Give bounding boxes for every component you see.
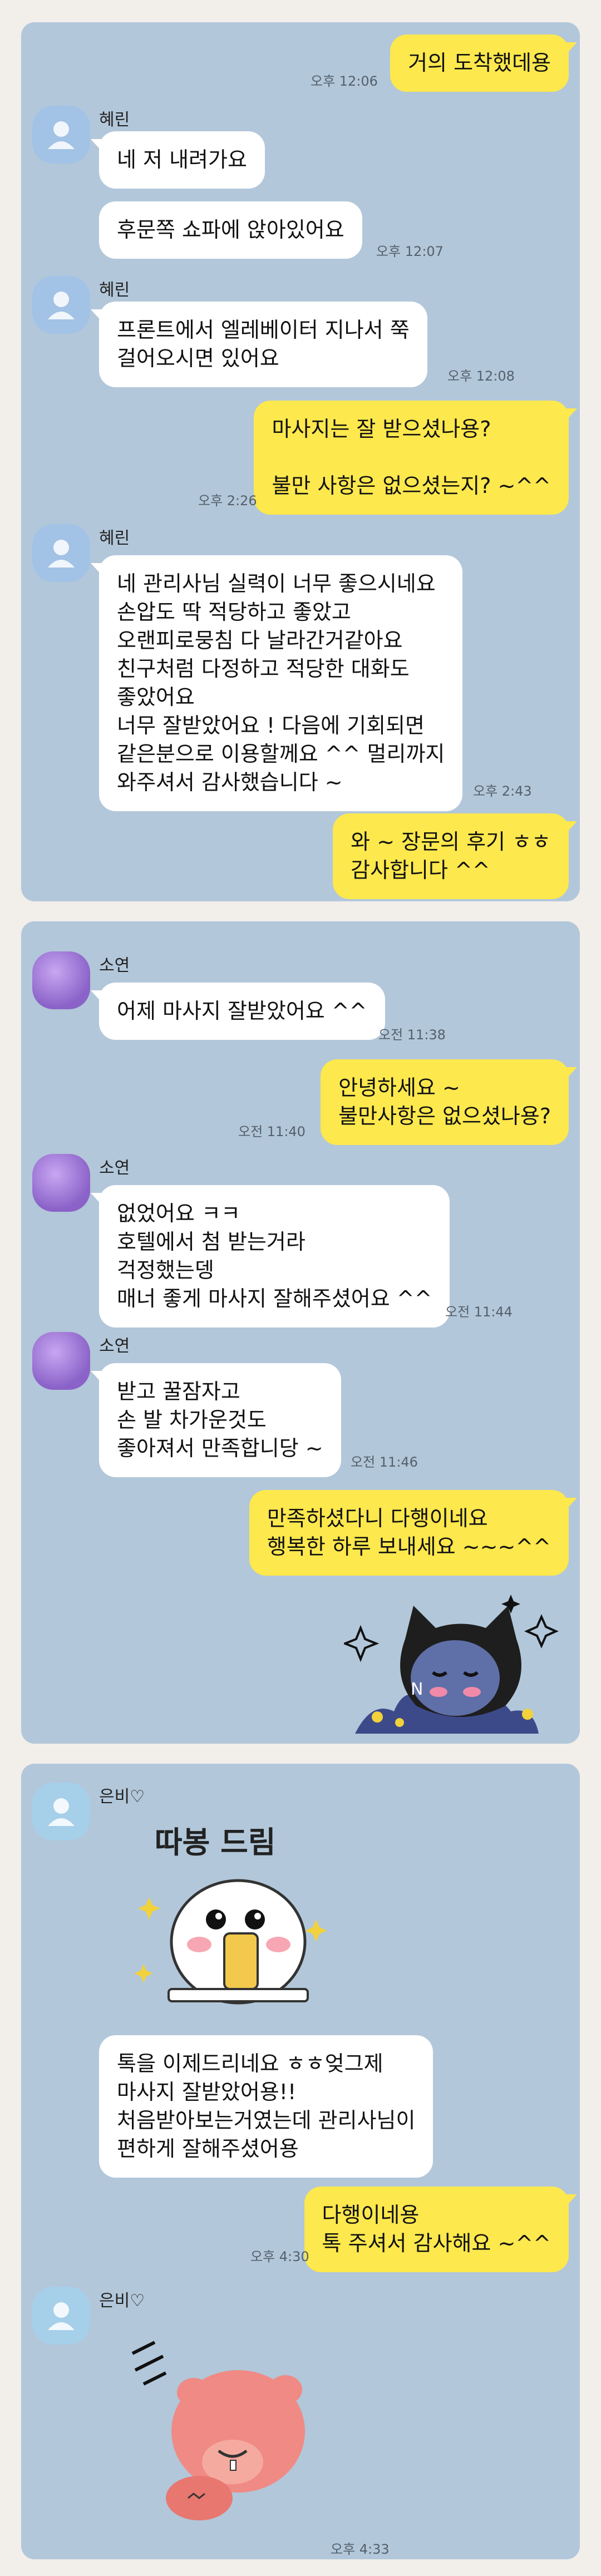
message-bubble-mine: 안녕하세요 ~ 불만사항은 없으셨나용? — [321, 1059, 577, 1145]
avatar[interactable] — [32, 2287, 90, 2345]
message-time: 오전 11:40 — [238, 1124, 306, 1139]
svg-text:N: N — [411, 1680, 423, 1699]
message-time: 오후 12:06 — [311, 73, 378, 89]
avatar[interactable] — [32, 524, 90, 582]
message-bubble-theirs: 네 저 내려가요 — [91, 131, 265, 189]
message-bubble-mine: 거의 도착했데용 — [390, 34, 577, 92]
message-bubble-theirs: 톡을 이제드리네요 ㅎㅎ엊그제 마사지 잘받았어용!! 처음받아보는거였는데 관… — [99, 2035, 433, 2178]
chat-screenshot: { "chat1": { "messages": [ {"text": "거의 … — [0, 0, 601, 2576]
message-time: 오후 12:07 — [376, 244, 444, 259]
avatar[interactable] — [32, 106, 90, 164]
avatar[interactable] — [32, 951, 90, 1009]
message-bubble-mine: 와 ~ 장문의 후기 ㅎㅎ 감사합니다 ^^ — [333, 813, 577, 899]
sender-name: 소연 — [99, 956, 130, 975]
message-bubble-mine: 다행이네용 톡 주셔서 감사해요 ~^^ — [304, 2187, 578, 2272]
message-bubble-theirs: 받고 꿀잠자고 손 발 차가운것도 좋아져서 만족합니당 ~ — [91, 1363, 341, 1477]
message-time: 오전 11:38 — [378, 1027, 446, 1043]
message-bubble-theirs: 없었어요 ㅋㅋ 호텔에서 첨 받는거라 걱정했는뎅 매너 좋게 마사지 잘해주셨… — [90, 1185, 450, 1328]
chat-panel-3: 은비♡ 따봉 드림 톡을 이제드리네요 ㅎㅎ엊그제 마사지 잘받았어용!! 처음… — [21, 1764, 580, 2559]
message-time: 오후 4:33 — [331, 2542, 390, 2557]
beaver-sticker-icon — [131, 2341, 305, 2520]
thumbs-up-sticker: 따봉 드림 — [121, 1814, 355, 2025]
avatar[interactable] — [32, 1783, 90, 1840]
sticker-caption: 따봉 드림 — [155, 1825, 276, 1860]
sender-name: 소연 — [99, 1158, 130, 1178]
message-time: 오전 11:44 — [445, 1304, 513, 1320]
default-profile-icon — [48, 2302, 75, 2330]
message-time: 오후 12:08 — [447, 368, 515, 384]
message-time: 오전 11:46 — [351, 1454, 418, 1470]
beaver-sticker — [121, 2320, 333, 2531]
sender-name: 은비♡ — [99, 2291, 145, 2311]
default-profile-icon — [48, 1798, 75, 1826]
ryan-cat-sticker-icon: N — [342, 1595, 559, 1734]
message-time: 오후 2:26 — [198, 493, 257, 509]
avatar[interactable] — [32, 1332, 90, 1390]
default-profile-icon — [48, 121, 75, 149]
sender-name: 혜린 — [99, 110, 130, 130]
avatar[interactable] — [32, 276, 90, 334]
message-time: 오후 4:30 — [250, 2249, 309, 2264]
sender-name: 혜린 — [99, 529, 130, 548]
sender-name: 소연 — [99, 1336, 130, 1356]
message-bubble-theirs: 네 관리사님 실력이 너무 좋으시네요 손압도 딱 적당하고 좋았고 오랜피로뭉… — [90, 555, 463, 811]
thumbs-up-sticker-icon: 따봉 드림 — [134, 1825, 327, 2005]
sender-name: 혜린 — [99, 280, 130, 300]
message-bubble-theirs: 후문쪽 쇼파에 앉아있어요 — [99, 201, 362, 259]
message-time: 오후 2:43 — [473, 783, 532, 799]
ryan-cat-sticker: N — [342, 1583, 566, 1734]
chat-panel-1: 거의 도착했데용 오후 12:06 혜린 네 저 내려가요 후문쪽 쇼파에 앉아… — [21, 22, 580, 901]
default-profile-icon — [48, 540, 75, 567]
message-bubble-mine: 만족하셨다니 다행이네요 행복한 하루 보내세요 ~~~^^ — [249, 1490, 578, 1576]
default-profile-icon — [48, 292, 75, 319]
chat-panel-2: 소연 어제 마사지 잘받았어요 ^^ 오전 11:38 안녕하세요 ~ 불만사항… — [21, 921, 580, 1744]
message-bubble-mine: 마사지는 잘 받으셨나용? 불만 사항은 없으셨는지? ~^^ — [254, 401, 577, 515]
avatar[interactable] — [32, 1154, 90, 1212]
message-bubble-theirs: 프론트에서 엘레베이터 지나서 쭉 걸어오시면 있어요 — [91, 302, 427, 387]
sender-name: 은비♡ — [99, 1787, 145, 1807]
message-bubble-theirs: 어제 마사지 잘받았어요 ^^ — [91, 983, 385, 1040]
